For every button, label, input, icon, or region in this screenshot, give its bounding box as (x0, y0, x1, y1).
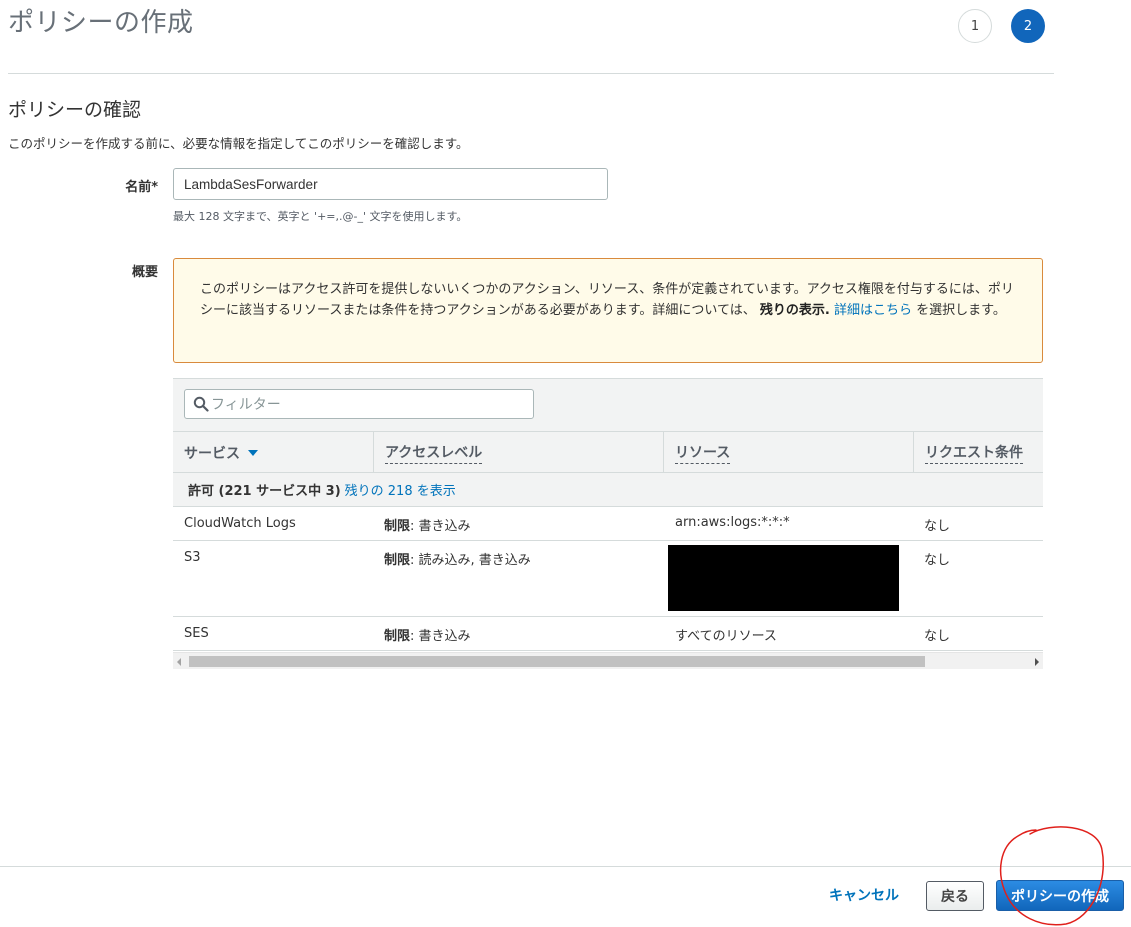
column-header-access-level-label: アクセスレベル (385, 442, 483, 464)
header-divider (8, 73, 1054, 74)
summary-table: サービス アクセスレベル リソース リクエスト条件 許可 (221 サービス中 … (173, 378, 1043, 670)
resource-value: arn:aws:logs:*:*:* (675, 515, 790, 530)
scrollbar-thumb[interactable] (189, 656, 925, 667)
column-header-resource-label: リソース (675, 442, 731, 464)
access-level-detail: : 書き込み (410, 519, 471, 534)
warning-bold: 残りの表示. (759, 303, 830, 318)
warning-tail: を選択します。 (916, 303, 1006, 318)
service-link[interactable]: CloudWatch Logs (184, 516, 296, 531)
search-icon (193, 396, 209, 412)
filter-bar (173, 379, 1043, 431)
table-row: SES 制限: 書き込み すべてのリソース なし (173, 617, 1043, 651)
horizontal-scrollbar[interactable] (173, 652, 1043, 669)
service-link[interactable]: SES (184, 626, 209, 641)
filter-input[interactable] (211, 390, 529, 418)
warning-alert: このポリシーはアクセス許可を提供しないいくつかのアクション、リソース、条件が定義… (173, 258, 1043, 363)
access-level-type: 制限 (384, 629, 411, 644)
condition-value: なし (924, 629, 951, 644)
access-level-detail: : 読み込み, 書き込み (410, 553, 531, 568)
step-1-indicator[interactable]: 1 (958, 9, 992, 43)
name-label: 名前* (125, 180, 158, 195)
table-header: サービス アクセスレベル リソース リクエスト条件 (173, 431, 1043, 473)
access-level: 制限: 書き込み (384, 515, 471, 534)
table-row: CloudWatch Logs 制限: 書き込み arn:aws:logs:*:… (173, 507, 1043, 541)
filter-box[interactable] (184, 389, 534, 419)
access-level: 制限: 読み込み, 書き込み (384, 549, 531, 568)
group-label: 許可 (221 サービス中 3) (188, 484, 341, 499)
allow-group-row: 許可 (221 サービス中 3) 残りの 218 を表示 (173, 473, 1043, 507)
service-link[interactable]: S3 (184, 550, 201, 565)
redacted-resource (668, 545, 899, 611)
condition-value: なし (924, 519, 951, 534)
back-button[interactable]: 戻る (926, 881, 984, 911)
access-level: 制限: 書き込み (384, 625, 471, 644)
column-header-condition[interactable]: リクエスト条件 (913, 432, 1043, 473)
condition-value: なし (924, 553, 951, 568)
review-description: このポリシーを作成する前に、必要な情報を指定してこのポリシーを確認します。 (8, 136, 469, 151)
policy-name-input[interactable] (173, 168, 608, 200)
create-policy-button[interactable]: ポリシーの作成 (996, 880, 1124, 911)
resource-value: すべてのリソース (675, 629, 777, 644)
step-2-indicator: 2 (1011, 9, 1045, 43)
footer-divider (0, 866, 1131, 867)
page-title: ポリシーの作成 (8, 8, 194, 38)
column-header-resource[interactable]: リソース (663, 432, 913, 473)
access-level-type: 制限 (384, 519, 411, 534)
summary-label: 概要 (131, 265, 158, 280)
review-title: ポリシーの確認 (8, 99, 142, 121)
column-header-access-level[interactable]: アクセスレベル (373, 432, 663, 473)
column-header-service-label: サービス (184, 445, 240, 462)
scroll-right-icon[interactable] (1035, 658, 1039, 666)
column-header-condition-label: リクエスト条件 (925, 442, 1023, 464)
sort-down-icon (248, 449, 258, 456)
scroll-left-icon[interactable] (177, 658, 181, 666)
learn-more-link[interactable]: 詳細はこちら (834, 303, 912, 318)
access-level-type: 制限 (384, 553, 411, 568)
cancel-button[interactable]: キャンセル (822, 882, 906, 908)
name-hint: 最大 128 文字まで、英字と '+=,.@-_' 文字を使用します。 (173, 210, 468, 223)
column-header-service[interactable]: サービス (173, 432, 373, 473)
access-level-detail: : 書き込み (410, 629, 471, 644)
table-row: S3 制限: 読み込み, 書き込み なし (173, 541, 1043, 617)
show-remaining-link[interactable]: 残りの 218 を表示 (345, 480, 456, 499)
